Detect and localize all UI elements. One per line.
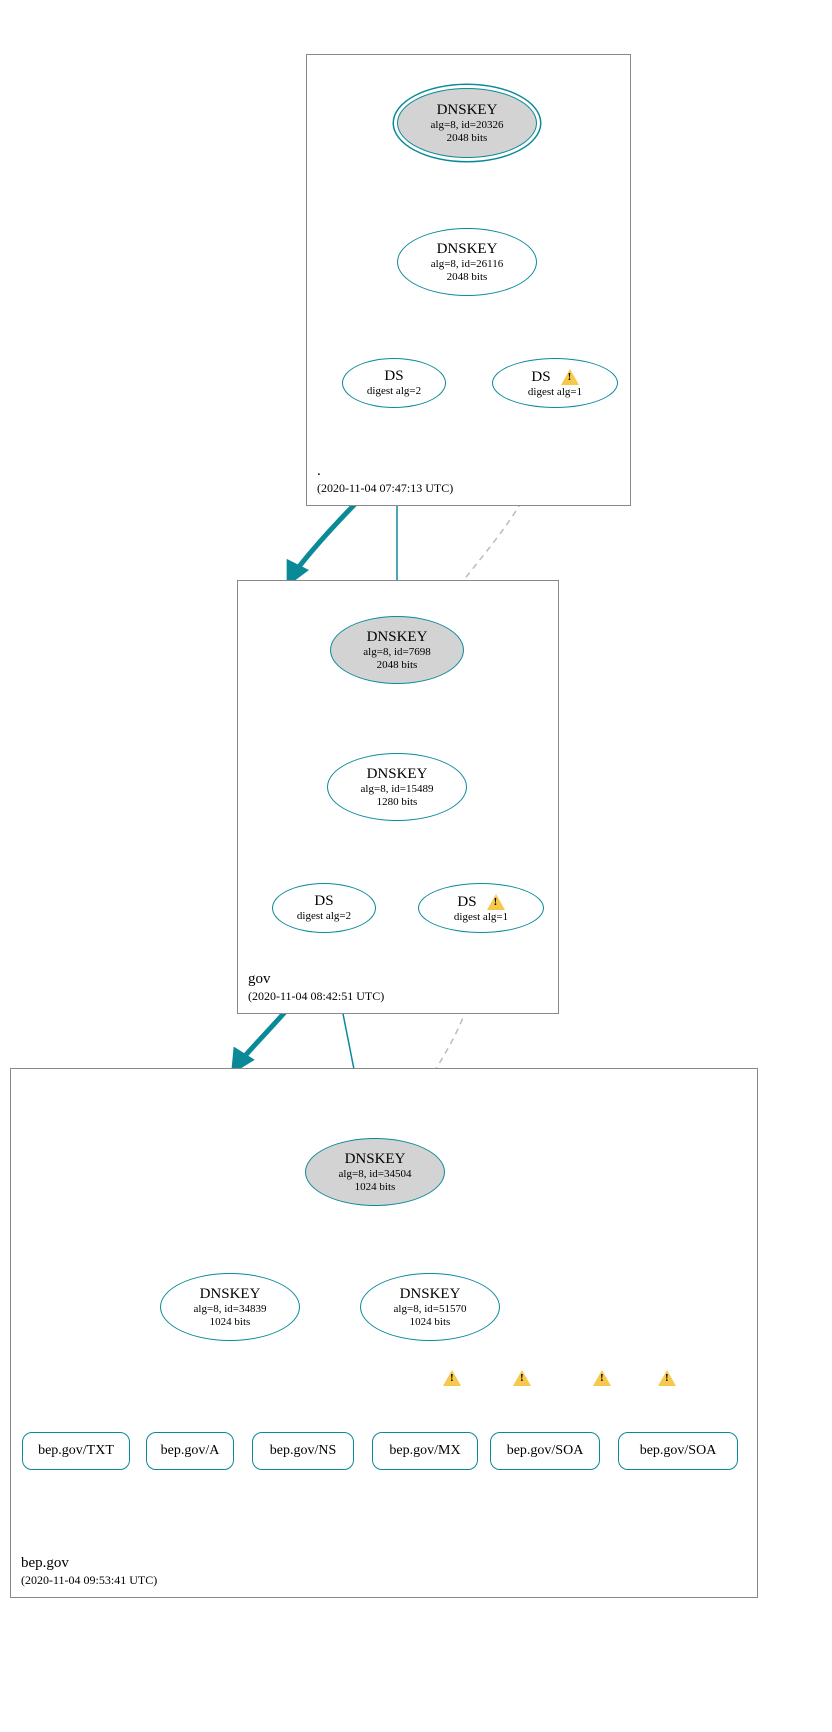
rr-bep-ns: bep.gov/NS [252,1432,354,1470]
rr-bep-soa-1: bep.gov/SOA [490,1432,600,1470]
warning-icon [513,1370,531,1386]
gov-ds-alg1: DS digest alg=1 [418,883,544,933]
bep-zsk2-dnskey: DNSKEY alg=8, id=51570 1024 bits [360,1273,500,1341]
bep-ksk-dnskey: DNSKEY alg=8, id=34504 1024 bits [305,1138,445,1206]
warning-icon [561,369,579,385]
root-ds-alg1: DS digest alg=1 [492,358,618,408]
zone-gov-timestamp: (2020-11-04 08:42:51 UTC) [248,989,384,1005]
zone-bep-timestamp: (2020-11-04 09:53:41 UTC) [21,1573,157,1589]
zone-bep-name: bep.gov [21,1554,157,1574]
root-zsk-dnskey: DNSKEY alg=8, id=26116 2048 bits [397,228,537,296]
gov-zsk-dnskey: DNSKEY alg=8, id=15489 1280 bits [327,753,467,821]
warning-icon [658,1370,676,1386]
root-ds-alg2: DS digest alg=2 [342,358,446,408]
gov-ksk-dnskey: DNSKEY alg=8, id=7698 2048 bits [330,616,464,684]
rr-bep-soa-2: bep.gov/SOA [618,1432,738,1470]
warning-icon [443,1370,461,1386]
gov-ds-alg2: DS digest alg=2 [272,883,376,933]
rr-bep-a: bep.gov/A [146,1432,234,1470]
root-ksk-dnskey: DNSKEY alg=8, id=20326 2048 bits [397,88,537,158]
rr-bep-mx: bep.gov/MX [372,1432,478,1470]
warning-icon [487,894,505,910]
bep-zsk1-dnskey: DNSKEY alg=8, id=34839 1024 bits [160,1273,300,1341]
zone-root-name: . [317,462,453,482]
zone-gov-name: gov [248,970,384,990]
rr-bep-txt: bep.gov/TXT [22,1432,130,1470]
zone-root-timestamp: (2020-11-04 07:47:13 UTC) [317,481,453,497]
warning-icon [593,1370,611,1386]
